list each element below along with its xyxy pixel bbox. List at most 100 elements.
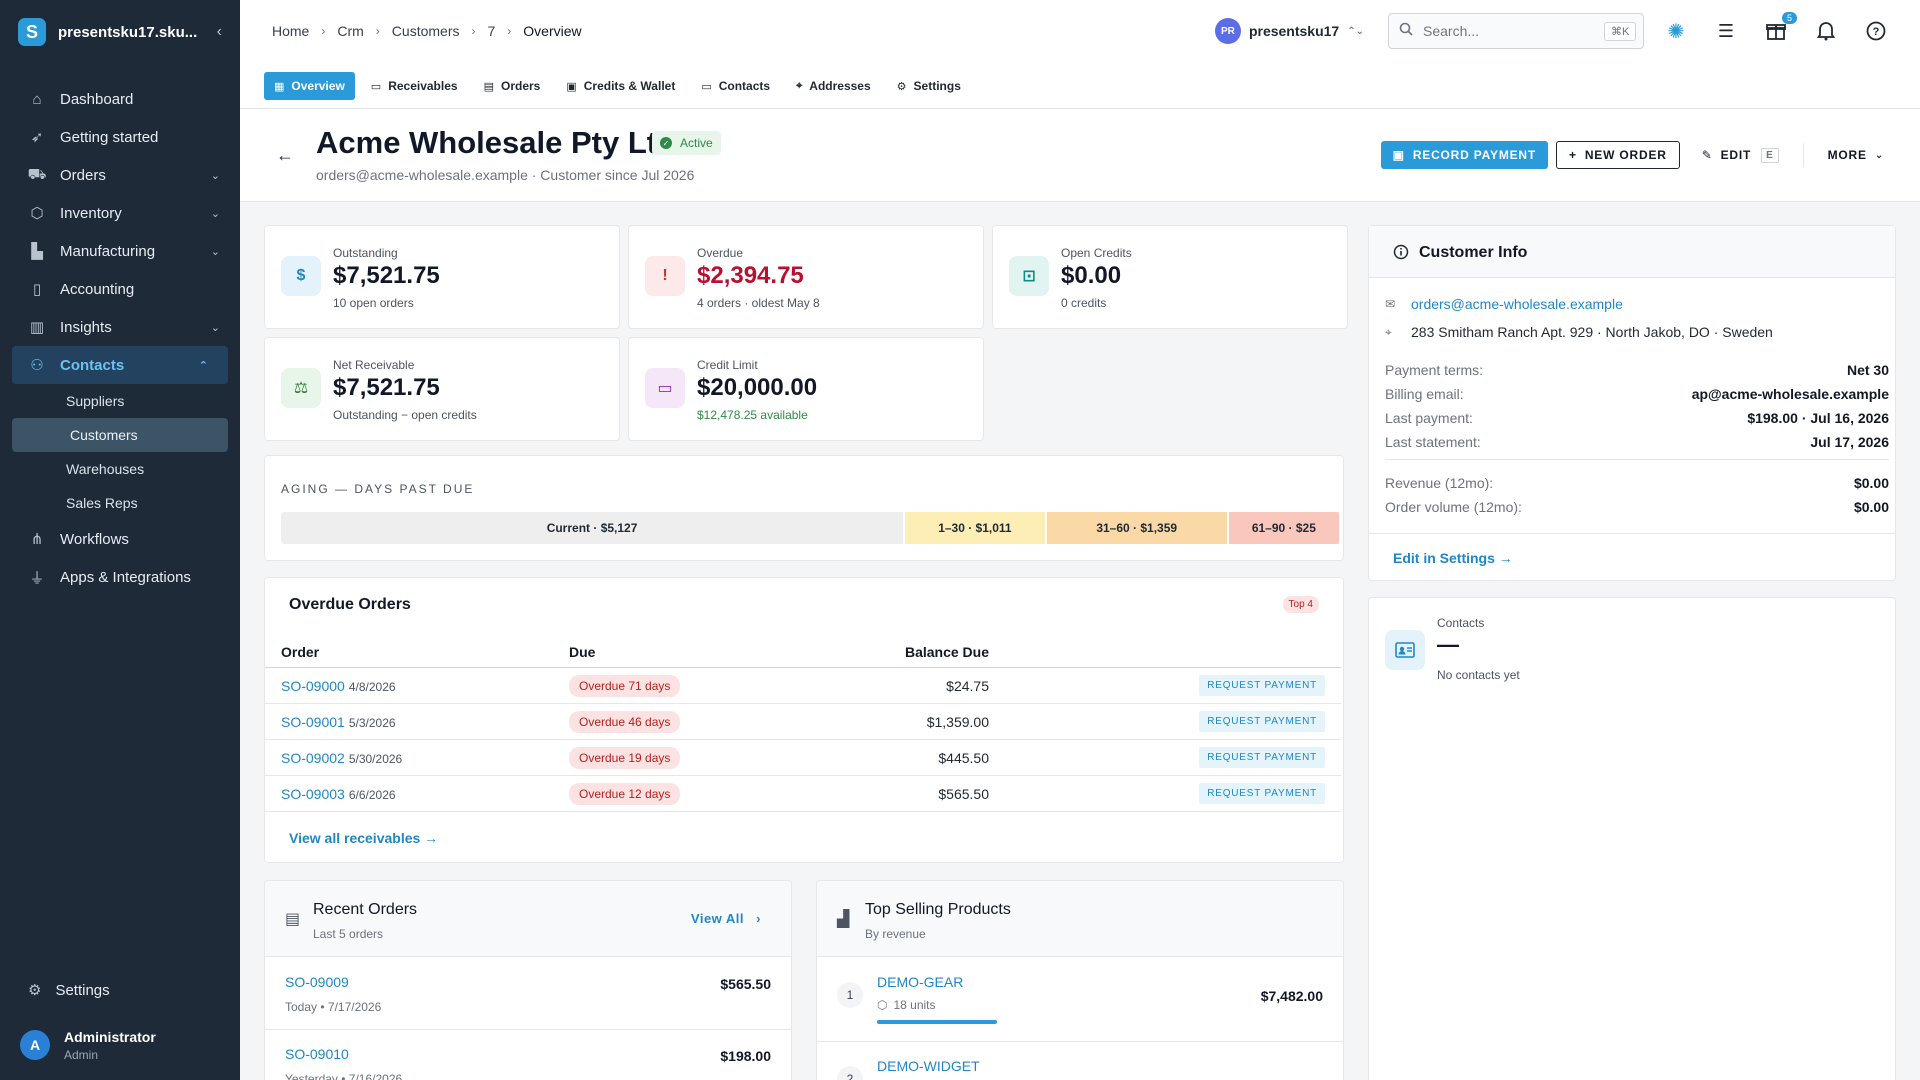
- overdue-badge: Overdue 71 days: [569, 674, 681, 697]
- sidebar-item-getting-started[interactable]: ➶ Getting started: [0, 118, 240, 156]
- tab-orders[interactable]: ▤ Orders: [474, 72, 551, 100]
- search-shortcut: ⌘K: [1604, 21, 1637, 41]
- list-item[interactable]: SO-09009 Today • 7/17/2026 $565.50: [265, 958, 791, 1030]
- chevron-down-icon: ⌄: [1874, 149, 1884, 161]
- tab-addresses[interactable]: ⌖ Addresses: [786, 72, 881, 100]
- edit-button[interactable]: ✎ EDIT E: [1702, 141, 1779, 169]
- customer-email-link[interactable]: orders@acme-wholesale.example: [1411, 296, 1623, 312]
- tab-credits-wallet[interactable]: ▣ Credits & Wallet: [556, 72, 685, 100]
- request-payment-button[interactable]: REQUEST PAYMENT: [1199, 675, 1325, 696]
- order-link[interactable]: SO-09002: [281, 750, 345, 766]
- tab-contacts[interactable]: ▭ Contacts: [691, 72, 780, 100]
- record-payment-button[interactable]: ▣ RECORD PAYMENT: [1380, 141, 1549, 169]
- action-cell: REQUEST PAYMENT: [989, 783, 1341, 804]
- chevron-down-icon: ⌄: [210, 169, 220, 182]
- chart-icon: ▥: [29, 319, 45, 336]
- help-icon[interactable]: ?: [1864, 19, 1888, 43]
- customer-info-card: Customer Info ✉ orders@acme-wholesale.ex…: [1368, 225, 1896, 581]
- sidebar-item-workflows[interactable]: ⋔ Workflows: [0, 520, 240, 558]
- aging-segment[interactable]: 1–30 · $1,011: [905, 512, 1045, 544]
- more-button[interactable]: MORE ⌄: [1828, 141, 1884, 169]
- contacts-label: Contacts: [1437, 616, 1485, 630]
- list-item[interactable]: SO-09010 Yesterday • 7/16/2026 $198.00: [265, 1030, 791, 1080]
- breadcrumb-item[interactable]: Customers: [392, 23, 460, 39]
- aging-segment[interactable]: 61–90 · $25: [1228, 512, 1339, 544]
- kpi-label: Credit Limit: [697, 358, 758, 372]
- chevron-down-icon: ⌄: [210, 321, 220, 334]
- view-all-orders-link[interactable]: View All ›: [691, 911, 761, 926]
- contacts-card: Contacts — No contacts yet: [1368, 597, 1896, 1080]
- sidebar-item-insights[interactable]: ▥ Insights ⌄: [0, 308, 240, 346]
- sidebar-subitem-suppliers[interactable]: Suppliers: [0, 384, 240, 418]
- request-payment-button[interactable]: REQUEST PAYMENT: [1199, 747, 1325, 768]
- gift-icon[interactable]: 5: [1764, 12, 1797, 43]
- edit-in-settings-link[interactable]: Edit in Settings →: [1393, 550, 1513, 566]
- search-icon: [1399, 22, 1413, 41]
- order-link[interactable]: SO-09001: [281, 714, 345, 730]
- ai-sparkle-icon[interactable]: ✺: [1664, 19, 1688, 43]
- search-box[interactable]: ⌘K: [1388, 13, 1644, 49]
- rank-badge: 1: [837, 982, 863, 1008]
- tab-overview[interactable]: ▦ Overview: [264, 72, 355, 100]
- app-logo[interactable]: S: [18, 18, 46, 46]
- list-item[interactable]: 2 DEMO-WIDGET: [817, 1042, 1343, 1080]
- table-row: SO-09000 4/8/2026 Overdue 71 days $24.75 REQ…: [265, 668, 1341, 704]
- home-icon: ⌂: [32, 90, 42, 108]
- breadcrumb-item[interactable]: Home: [272, 23, 309, 39]
- cart-icon: ⛟: [27, 165, 47, 183]
- due-cell: Overdue 19 days: [569, 746, 769, 769]
- tab-settings[interactable]: ⚙ Settings: [887, 72, 971, 100]
- sidebar-item-manufacturing[interactable]: ▙ Manufacturing ⌄: [0, 232, 240, 270]
- sidebar-item-inventory[interactable]: ⬡ Inventory ⌄: [0, 194, 240, 232]
- view-all-receivables-link[interactable]: View all receivables →: [289, 830, 438, 846]
- order-link[interactable]: SO-09010: [285, 1046, 349, 1062]
- balance-cell: $1,359.00: [926, 713, 989, 730]
- sidebar-item-dashboard[interactable]: ⌂ Dashboard: [0, 80, 240, 118]
- sidebar-item-label: Accounting: [60, 280, 135, 298]
- sidebar-subitem-customers[interactable]: Customers: [12, 418, 228, 452]
- info-field: Last statement: Jul 17, 2026: [1385, 434, 1889, 450]
- breadcrumb-item[interactable]: Crm: [337, 23, 363, 39]
- new-order-button[interactable]: + NEW ORDER: [1556, 141, 1680, 169]
- chevron-updown-icon: ⌃⌄: [1347, 25, 1364, 37]
- edit-shortcut: E: [1761, 147, 1779, 163]
- breadcrumb: Home › Crm › Customers › 7 › Overview: [272, 23, 1215, 39]
- request-payment-button[interactable]: REQUEST PAYMENT: [1199, 711, 1325, 732]
- aging-segment[interactable]: 31–60 · $1,359: [1046, 512, 1227, 544]
- product-link[interactable]: DEMO-WIDGET: [877, 1058, 980, 1074]
- record-payment-label: RECORD PAYMENT: [1412, 148, 1537, 162]
- org-name[interactable]: presentsku17.sku...: [58, 24, 217, 41]
- tasks-icon[interactable]: ☰: [1714, 19, 1738, 43]
- bell-icon[interactable]: [1814, 19, 1838, 43]
- order-link[interactable]: SO-09009: [285, 974, 349, 990]
- sidebar-item-apps-integrations[interactable]: ⏚ Apps & Integrations: [0, 558, 240, 596]
- divider: [1369, 533, 1895, 534]
- breadcrumb-item[interactable]: 7: [487, 23, 495, 39]
- back-arrow-icon[interactable]: ←: [276, 145, 294, 166]
- sidebar-item-accounting[interactable]: ▯ Accounting: [0, 270, 240, 308]
- customer-address: 283 Smitham Ranch Apt. 929 · North Jakob…: [1411, 324, 1773, 340]
- order-link[interactable]: SO-09003: [281, 786, 345, 802]
- sidebar-settings[interactable]: ⚙ Settings: [0, 970, 240, 1010]
- chevron-right-icon: ›: [471, 24, 476, 38]
- search-input[interactable]: [1423, 23, 1604, 39]
- sidebar-item-contacts[interactable]: ⚇ Contacts ⌃: [12, 346, 228, 384]
- stat-label: Order volume (12mo):: [1385, 499, 1522, 515]
- collapse-sidebar-icon[interactable]: ‹: [217, 23, 222, 41]
- sidebar-item-orders[interactable]: ⛟ Orders ⌄: [0, 156, 240, 194]
- list-item[interactable]: 1 DEMO-GEAR ⬡ 18 units $7,482.00: [817, 958, 1343, 1042]
- sidebar-subitem-sales-reps[interactable]: Sales Reps: [0, 486, 240, 520]
- due-cell: Overdue 71 days: [569, 674, 769, 697]
- sidebar-subitem-warehouses[interactable]: Warehouses: [0, 452, 240, 486]
- aging-segment[interactable]: Current · $5,127: [281, 512, 904, 544]
- order-link[interactable]: SO-09000: [281, 678, 345, 694]
- request-payment-button[interactable]: REQUEST PAYMENT: [1199, 783, 1325, 804]
- user-profile[interactable]: A Administrator Admin: [0, 1010, 240, 1080]
- order-date: Today • 7/17/2026: [285, 1000, 382, 1014]
- product-link[interactable]: DEMO-GEAR: [877, 974, 963, 990]
- revenue-bar: [877, 1020, 997, 1024]
- tab-receivables[interactable]: ▭ Receivables: [361, 72, 468, 100]
- info-field: Last payment: $198.00 · Jul 16, 2026: [1385, 410, 1889, 426]
- rocket-icon: ➶: [30, 129, 44, 146]
- org-switcher[interactable]: PR presentsku17 ⌃⌄: [1214, 18, 1364, 44]
